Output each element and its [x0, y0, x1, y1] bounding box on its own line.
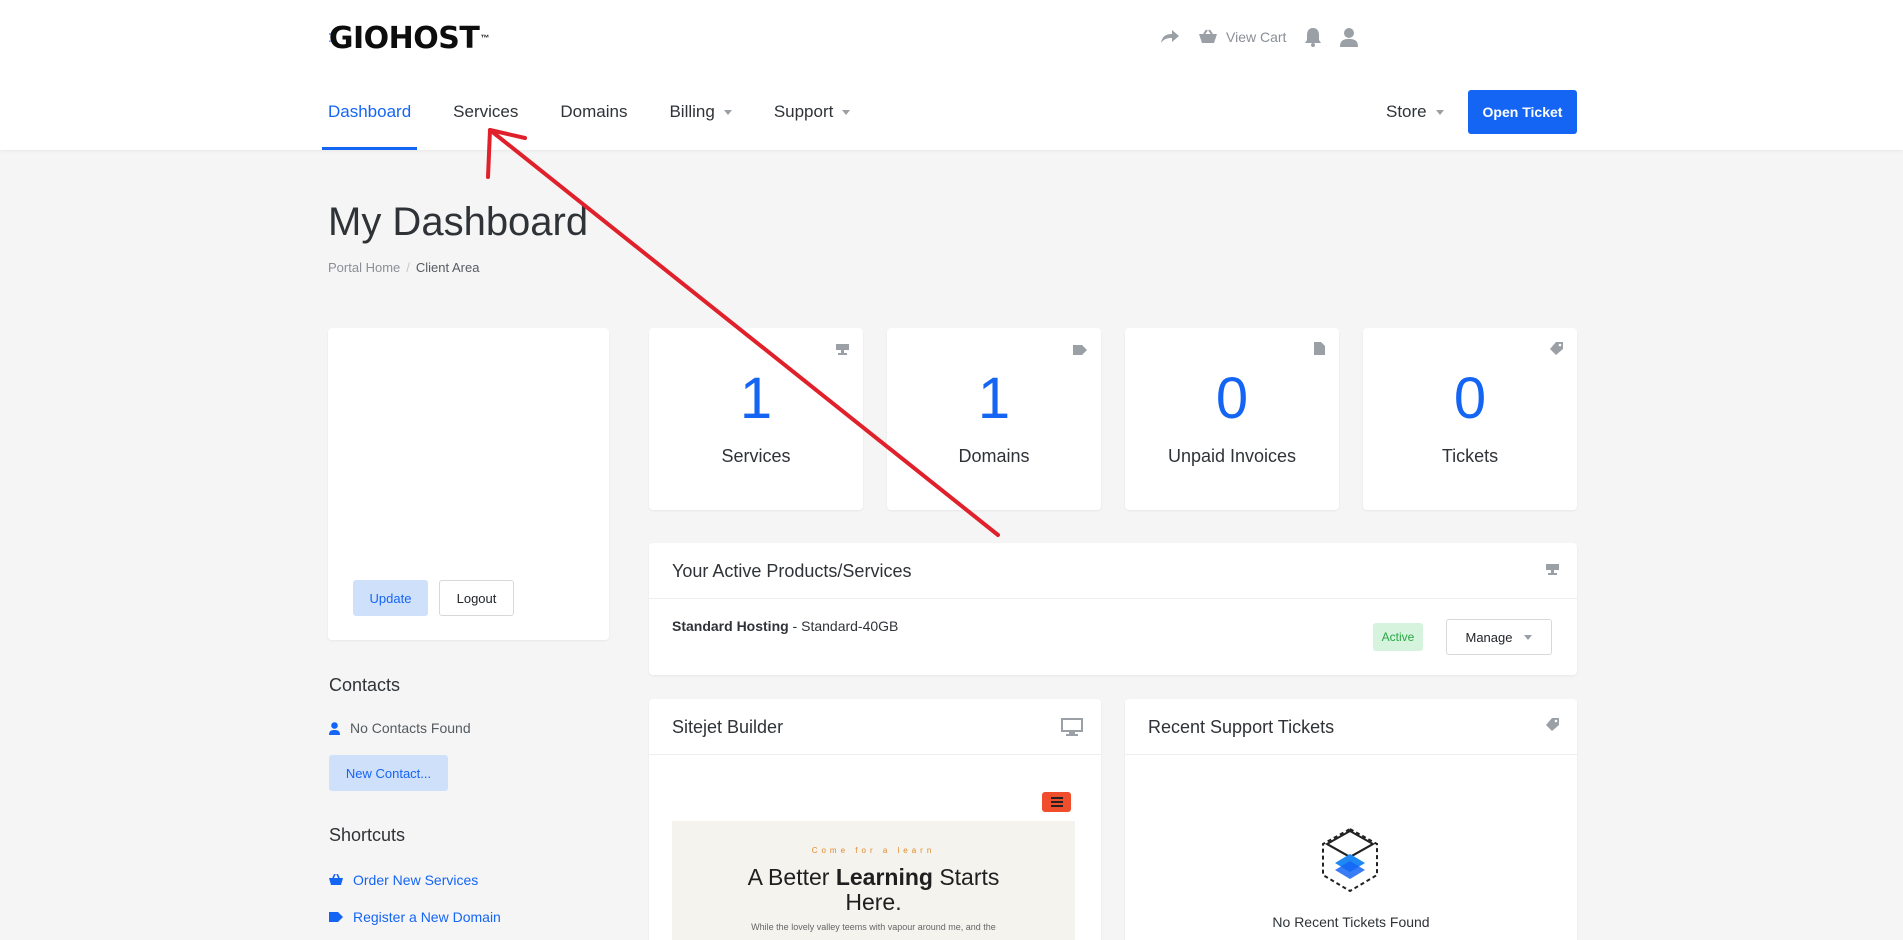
contacts-empty-text: No Contacts Found	[350, 720, 471, 736]
manage-button[interactable]: Manage	[1446, 619, 1552, 655]
sitejet-builder-card: Sitejet Builder Come for a learn A Bette…	[649, 699, 1101, 940]
preview-kicker: Come for a learn	[811, 846, 936, 855]
empty-inbox-icon	[1319, 827, 1381, 898]
user-account-icon[interactable]	[1340, 27, 1359, 47]
logout-button[interactable]: Logout	[439, 580, 514, 616]
card-title: Your Active Products/Services	[672, 561, 912, 581]
card-header: Sitejet Builder	[649, 699, 1101, 755]
nav-billing-label: Billing	[669, 102, 715, 121]
stat-label: Tickets	[1441, 446, 1499, 466]
contacts-title: Contacts	[329, 675, 401, 695]
preview-subtext: While the lovely valley teems with vapou…	[751, 921, 996, 932]
breadcrumb-client-area: Client Area	[415, 260, 480, 275]
shortcut-register-domain[interactable]: Register a New Domain	[329, 909, 501, 925]
stat-tile-unpaid-invoices[interactable]: 0 Unpaid Invoices	[1125, 328, 1339, 510]
main-nav: Dashboard Services Domains Billing Suppo…	[322, 90, 886, 150]
profile-card: Update Logout	[328, 328, 609, 640]
nav-domains-label: Domains	[560, 102, 628, 121]
card-title: Recent Support Tickets	[1148, 717, 1335, 737]
nav-services-label: Services	[453, 102, 519, 121]
card-header: Your Active Products/Services	[649, 543, 1577, 599]
active-products-card: Your Active Products/Services Standard H…	[649, 543, 1577, 675]
nav-store[interactable]: Store	[1386, 102, 1444, 122]
headline-part: Starts	[932, 864, 1000, 890]
tag-icon	[329, 912, 343, 922]
new-contact-button[interactable]: New Contact...	[329, 755, 448, 791]
open-ticket-button[interactable]: Open Ticket	[1468, 90, 1577, 134]
nav-services[interactable]: Services	[447, 90, 524, 150]
manage-label: Manage	[1465, 629, 1513, 645]
status-badge: Active	[1373, 623, 1423, 651]
stat-label: Services	[721, 446, 791, 466]
shortcut-order-new-services[interactable]: Order New Services	[329, 872, 478, 888]
chevron-down-icon	[723, 110, 732, 115]
nav-billing[interactable]: Billing	[663, 90, 737, 150]
chevron-down-icon	[842, 110, 851, 115]
site-header: ⁚ GIOHOST ™ View Cart Dashboard Services…	[0, 0, 1903, 150]
update-button[interactable]: Update	[353, 580, 428, 616]
stat-label: Unpaid Invoices	[1167, 446, 1297, 466]
brand-name: GIOHOST	[328, 20, 480, 56]
sitejet-preview[interactable]: Come for a learn A Better Learning Start…	[672, 821, 1075, 940]
stat-value: 0	[1215, 366, 1249, 431]
tickets-empty-text: No Recent Tickets Found	[1272, 914, 1430, 930]
nav-domains[interactable]: Domains	[554, 90, 633, 150]
share-icon[interactable]	[1160, 29, 1180, 45]
headline-part: A Better	[747, 864, 836, 890]
tag-icon	[1073, 342, 1087, 360]
preview-headline: A Better Learning Starts Here.	[672, 864, 1075, 916]
stat-tile-domains[interactable]: 1 Domains	[887, 328, 1101, 510]
stat-value: 0	[1453, 366, 1487, 431]
chevron-down-icon	[1524, 634, 1533, 640]
server-icon	[836, 342, 849, 360]
cart-basket-icon	[329, 874, 343, 885]
shortcuts-title: Shortcuts	[329, 825, 406, 845]
breadcrumb-separator: /	[406, 260, 410, 275]
file-icon	[1314, 342, 1325, 360]
ticket-tag-icon	[1546, 718, 1559, 736]
nav-support[interactable]: Support	[768, 90, 857, 150]
notifications-bell-icon[interactable]	[1304, 27, 1322, 47]
headline-bold: Learning	[835, 864, 933, 890]
product-plan: - Standard-40GB	[788, 618, 899, 634]
hamburger-menu-icon	[1042, 792, 1071, 812]
page-title: My Dashboard	[328, 200, 589, 244]
recent-tickets-card: Recent Support Tickets No Recent Tickets…	[1125, 699, 1577, 940]
card-title: Sitejet Builder	[672, 717, 784, 737]
shortcut-label: Order New Services	[353, 872, 479, 888]
view-cart-link[interactable]: View Cart	[1198, 29, 1286, 45]
product-name: Standard Hosting	[672, 618, 789, 634]
nav-support-label: Support	[773, 102, 834, 121]
stat-tile-tickets[interactable]: 0 Tickets	[1363, 328, 1577, 510]
nav-dashboard-label: Dashboard	[328, 102, 412, 121]
view-cart-label: View Cart	[1226, 29, 1287, 45]
brand-trademark: ™	[480, 33, 490, 43]
breadcrumb-portal-home[interactable]: Portal Home	[328, 260, 400, 275]
contacts-empty: No Contacts Found	[329, 720, 471, 736]
breadcrumb: Portal Home / Client Area	[328, 260, 479, 275]
chevron-down-icon	[1435, 110, 1444, 115]
card-header: Recent Support Tickets	[1125, 699, 1577, 755]
brand-logo[interactable]: ⁚ GIOHOST ™	[328, 20, 489, 56]
top-actions: View Cart	[1160, 24, 1359, 50]
nav-dashboard[interactable]: Dashboard	[322, 90, 418, 150]
ticket-tag-icon	[1550, 342, 1563, 360]
nav-store-label: Store	[1386, 102, 1427, 121]
stat-label: Domains	[958, 446, 1030, 466]
headline-line2: Here.	[845, 889, 902, 916]
shortcut-label: Register a New Domain	[353, 909, 501, 925]
product-row[interactable]: Standard Hosting - Standard-40GB	[672, 618, 898, 634]
monitor-icon	[1061, 718, 1083, 741]
user-icon	[329, 721, 340, 735]
cart-basket-icon	[1199, 29, 1217, 43]
stat-value: 1	[739, 366, 773, 431]
stat-value: 1	[977, 366, 1011, 431]
stat-tile-services[interactable]: 1 Services	[649, 328, 863, 510]
server-icon	[1546, 562, 1559, 580]
